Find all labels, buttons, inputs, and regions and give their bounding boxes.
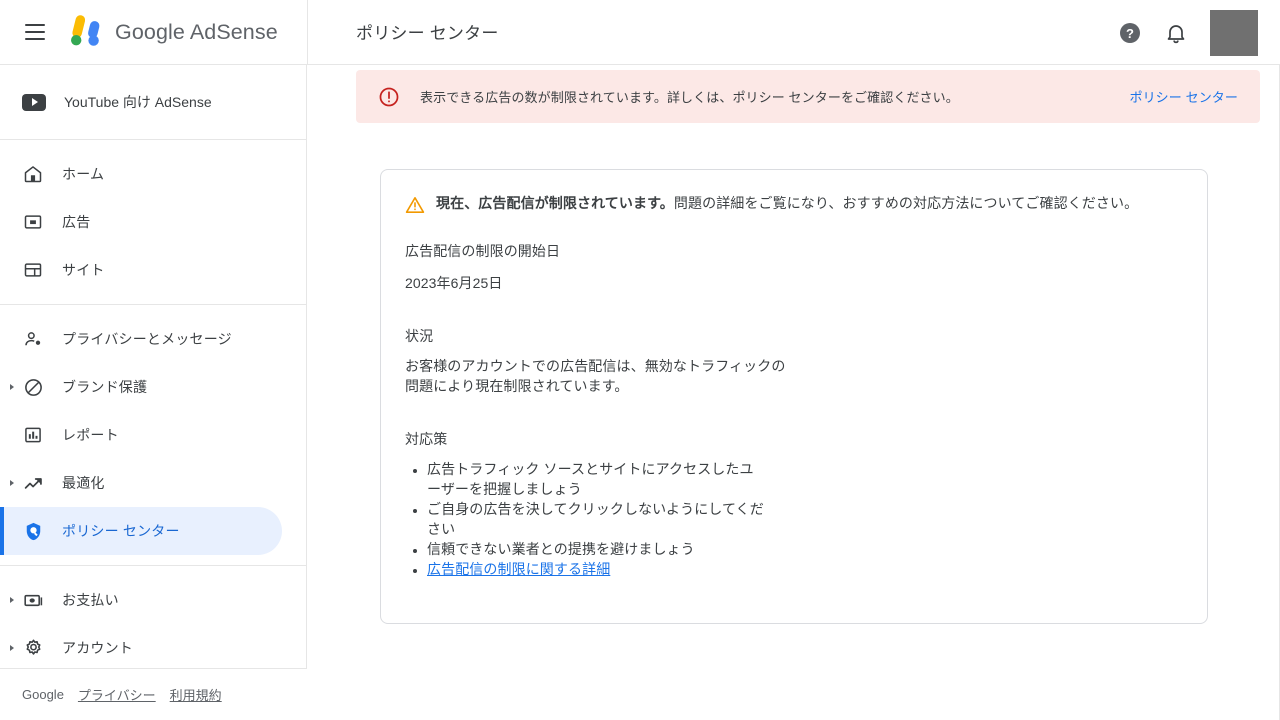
block-circle-icon — [22, 376, 44, 398]
sidebar-item-label: 広告 — [62, 214, 91, 230]
page-title: ポリシー センター — [356, 24, 499, 43]
recommended-actions-list: 広告トラフィック ソースとサイトにアクセスしたユーザーを把握しましょう ご自身の… — [405, 459, 765, 579]
footer-terms-link[interactable]: 利用規約 — [170, 685, 222, 704]
app-header: Google AdSense ポリシー センター ? — [0, 0, 1280, 65]
header-actions: ? — [1118, 0, 1268, 65]
policy-shield-icon — [22, 520, 44, 542]
sidebar-item-label: 最適化 — [62, 475, 105, 491]
chevron-right-icon — [10, 597, 14, 603]
sidebar-item-ads[interactable]: 広告 — [0, 198, 282, 246]
policy-alert-banner: 表示できる広告の数が制限されています。詳しくは、ポリシー センターをご確認くださ… — [356, 70, 1260, 123]
sidebar-item-payments[interactable]: お支払い — [0, 576, 282, 624]
bell-icon[interactable] — [1164, 21, 1188, 45]
home-icon — [22, 163, 44, 185]
sidebar-group-primary: ホーム 広告 サイト — [0, 140, 306, 304]
sidebar-item-youtube-adsense[interactable]: YouTube 向け AdSense — [0, 78, 306, 126]
action-text: ご自身の広告を決してクリックしないようにしてください — [427, 501, 764, 537]
list-item: 信頼できない業者との提携を避けましょう — [427, 539, 765, 559]
sidebar-item-label: サイト — [62, 262, 105, 278]
sites-icon — [22, 259, 44, 281]
sidebar-item-optimization[interactable]: 最適化 — [0, 459, 282, 507]
sidebar-item-reports[interactable]: レポート — [0, 411, 282, 459]
payments-icon — [22, 589, 44, 611]
hamburger-bar — [25, 38, 45, 40]
hamburger-bar — [25, 24, 45, 26]
footer-privacy-link[interactable]: プライバシー — [78, 685, 156, 704]
sidebar: YouTube 向け AdSense ホーム 広告 サイト プライバシーとメッセ… — [0, 65, 307, 720]
sidebar-item-brand-safety[interactable]: ブランド保護 — [0, 363, 282, 411]
policy-status-card: 現在、広告配信が制限されています。問題の詳細をご覧になり、おすすめの対応方法につ… — [380, 169, 1208, 624]
footer-google-label: Google — [22, 687, 64, 702]
card-headline-bold: 現在、広告配信が制限されています。 — [436, 195, 674, 211]
avatar[interactable] — [1210, 9, 1258, 56]
sidebar-item-label: お支払い — [62, 592, 119, 608]
alert-message: 表示できる広告の数が制限されています。詳しくは、ポリシー センターをご確認くださ… — [420, 90, 959, 105]
sidebar-item-home[interactable]: ホーム — [0, 150, 282, 198]
reports-bar-chart-icon — [22, 424, 44, 446]
adsense-logo-icon — [64, 14, 106, 50]
sidebar-item-sites[interactable]: サイト — [0, 246, 282, 294]
trending-up-icon — [22, 472, 44, 494]
header-divider — [307, 0, 308, 65]
chevron-right-icon — [10, 480, 14, 486]
youtube-icon — [22, 93, 46, 111]
sidebar-item-policy-center[interactable]: ポリシー センター — [0, 507, 282, 555]
gear-icon — [22, 637, 44, 659]
actions-heading: 対応策 — [405, 431, 448, 447]
hamburger-menu-icon[interactable] — [18, 15, 52, 49]
action-text: 信頼できない業者との提携を避けましょう — [427, 541, 695, 557]
list-item[interactable]: 広告配信の制限に関する詳細 — [427, 559, 765, 579]
card-headline-text: 現在、広告配信が制限されています。問題の詳細をご覧になり、おすすめの対応方法につ… — [436, 192, 1138, 215]
help-icon[interactable]: ? — [1118, 21, 1142, 45]
error-circle-icon — [378, 86, 400, 108]
restriction-date-value: 2023年6月25日 — [405, 275, 503, 291]
card-headline: 現在、広告配信が制限されています。問題の詳細をご覧になり、おすすめの対応方法につ… — [405, 192, 1183, 215]
status-body: お客様のアカウントでの広告配信は、無効なトラフィックの問題により現在制限されてい… — [405, 358, 786, 394]
chevron-right-icon — [10, 645, 14, 651]
sidebar-item-label: YouTube 向け AdSense — [64, 94, 212, 110]
warning-triangle-icon — [405, 195, 425, 215]
svg-text:?: ? — [1126, 26, 1134, 41]
main-content: 表示できる広告の数が制限されています。詳しくは、ポリシー センターをご確認くださ… — [308, 65, 1280, 720]
sidebar-item-label: ブランド保護 — [62, 379, 148, 395]
restriction-date-label: 広告配信の制限の開始日 — [405, 243, 561, 259]
brand-logo[interactable]: Google AdSense — [64, 14, 278, 50]
learn-more-link[interactable]: 広告配信の制限に関する詳細 — [427, 561, 610, 577]
sidebar-item-label: プライバシーとメッセージ — [62, 331, 232, 347]
chevron-right-icon — [10, 384, 14, 390]
card-headline-rest: 問題の詳細をご覧になり、おすすめの対応方法についてご確認ください。 — [673, 195, 1139, 211]
sidebar-item-label: アカウント — [62, 640, 133, 656]
sidebar-item-label: ポリシー センター — [62, 523, 180, 539]
ads-icon — [22, 211, 44, 233]
sidebar-item-privacy-messaging[interactable]: プライバシーとメッセージ — [0, 315, 282, 363]
sidebar-group-secondary: プライバシーとメッセージ ブランド保護 レポート 最適化 ポリシー センター — [0, 305, 306, 565]
sidebar-footer: Google プライバシー 利用規約 — [0, 668, 307, 720]
action-text: 広告トラフィック ソースとサイトにアクセスしたユーザーを把握しましょう — [427, 461, 754, 497]
brand-name: Google AdSense — [115, 19, 278, 44]
sidebar-item-label: ホーム — [62, 166, 105, 182]
privacy-person-icon — [22, 328, 44, 350]
alert-policy-center-link[interactable]: ポリシー センター — [1129, 87, 1238, 106]
list-item: 広告トラフィック ソースとサイトにアクセスしたユーザーを把握しましょう — [427, 459, 765, 499]
hamburger-bar — [25, 31, 45, 33]
sidebar-item-label: レポート — [62, 427, 119, 443]
list-item: ご自身の広告を決してクリックしないようにしてください — [427, 499, 765, 539]
status-heading: 状況 — [405, 328, 434, 344]
sidebar-item-account[interactable]: アカウント — [0, 624, 282, 672]
